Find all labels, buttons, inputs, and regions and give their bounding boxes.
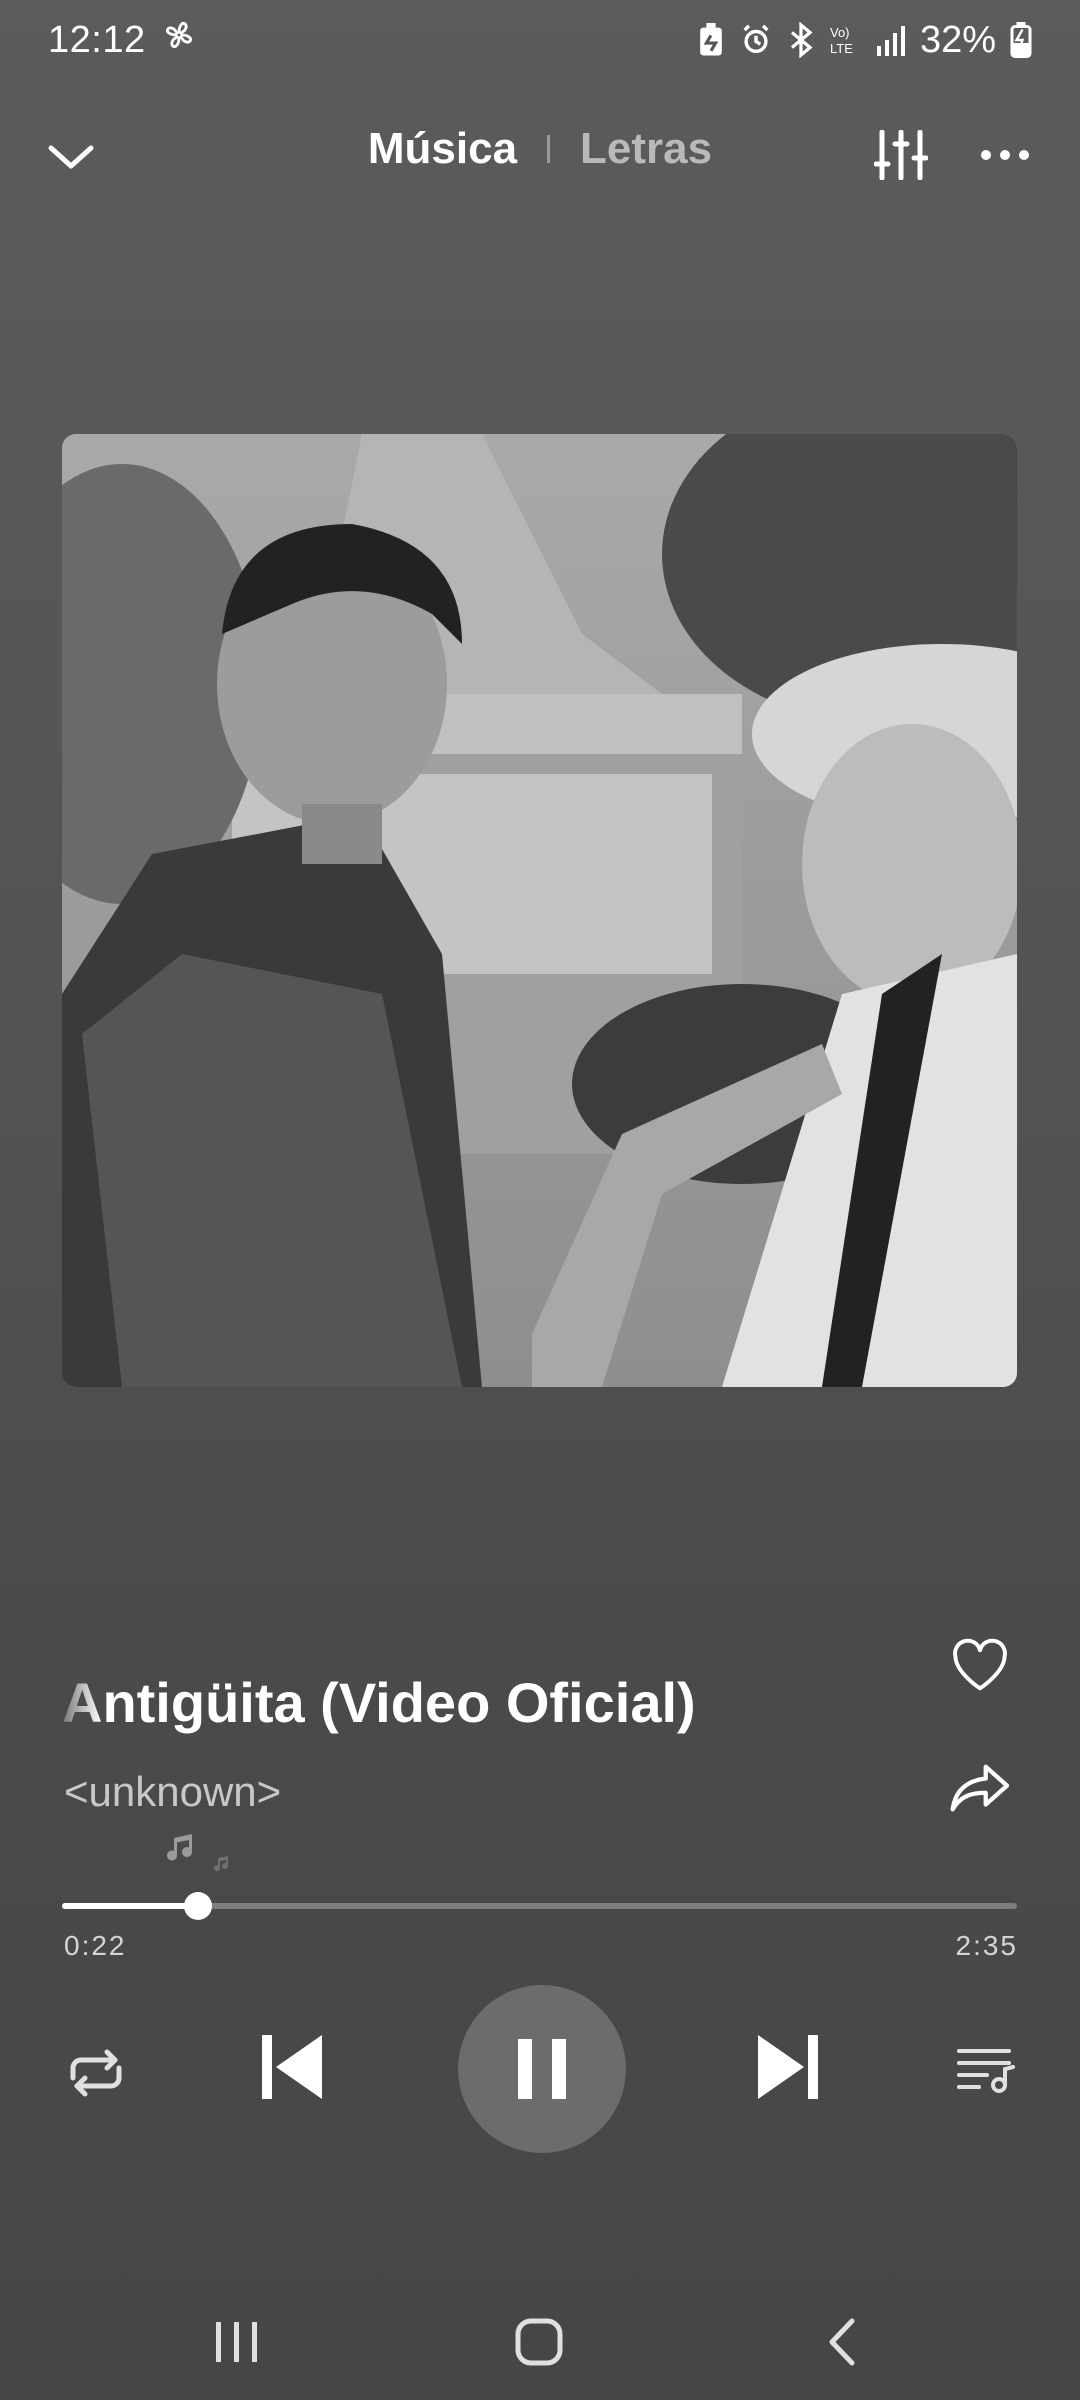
home-icon bbox=[515, 2318, 563, 2366]
progress-fill bbox=[62, 1903, 198, 1909]
volte-icon: Vo) LTE bbox=[828, 23, 862, 57]
share-button[interactable] bbox=[950, 1762, 1024, 1828]
bluetooth-icon bbox=[788, 22, 814, 58]
battery-charging-icon bbox=[1010, 22, 1032, 58]
fan-icon bbox=[162, 18, 196, 62]
svg-text:Vo): Vo) bbox=[830, 25, 850, 40]
previous-button[interactable] bbox=[256, 2027, 328, 2107]
player-top-bar: Música Letras bbox=[0, 110, 1080, 200]
album-art bbox=[62, 434, 1017, 1387]
equalizer-button[interactable] bbox=[866, 120, 936, 190]
more-options-button[interactable] bbox=[970, 120, 1040, 190]
favorite-button[interactable] bbox=[950, 1638, 1024, 1704]
repeat-icon bbox=[70, 2049, 122, 2097]
time-total: 2:35 bbox=[955, 1930, 1018, 1961]
status-time: 12:12 bbox=[48, 18, 146, 61]
song-artist: <unknown> bbox=[64, 1768, 282, 1815]
pause-icon bbox=[518, 2039, 566, 2099]
music-note-icon bbox=[166, 1834, 236, 1884]
back-icon bbox=[829, 2318, 855, 2366]
home-button[interactable] bbox=[494, 2312, 584, 2372]
skip-previous-icon bbox=[262, 2035, 322, 2099]
signal-icon bbox=[876, 24, 906, 56]
playback-controls bbox=[0, 1985, 1080, 2155]
repeat-button[interactable] bbox=[58, 2035, 134, 2111]
progress-thumb[interactable] bbox=[183, 1892, 212, 1920]
tab-lyrics[interactable]: Letras bbox=[580, 124, 712, 174]
more-vert-icon bbox=[981, 150, 1029, 160]
system-nav-bar bbox=[0, 2290, 1080, 2390]
recents-button[interactable] bbox=[192, 2312, 282, 2372]
alarm-icon bbox=[738, 23, 774, 57]
play-pause-button[interactable] bbox=[458, 1985, 626, 2153]
queue-button[interactable] bbox=[952, 2035, 1018, 2105]
heart-icon bbox=[953, 1638, 1007, 1691]
song-title: Antigüita (Video Oficial) bbox=[62, 1671, 696, 1734]
battery-percent: 32% bbox=[919, 18, 996, 61]
status-bar: 12:12 Vo) LTE 32% bbox=[0, 0, 1080, 80]
playlist-icon bbox=[957, 2049, 1015, 2093]
share-icon bbox=[950, 1764, 1010, 1812]
progress-bar[interactable] bbox=[62, 1892, 1017, 1920]
skip-next-icon bbox=[758, 2035, 818, 2099]
tab-divider bbox=[547, 135, 551, 163]
next-button[interactable] bbox=[752, 2027, 824, 2107]
recents-icon bbox=[216, 2322, 257, 2362]
svg-text:LTE: LTE bbox=[830, 41, 853, 56]
time-elapsed: 0:22 bbox=[64, 1930, 127, 1961]
equalizer-icon bbox=[874, 130, 928, 180]
back-button[interactable] bbox=[796, 2312, 886, 2372]
battery-saver-icon bbox=[698, 23, 724, 57]
tab-music[interactable]: Música bbox=[368, 124, 517, 174]
